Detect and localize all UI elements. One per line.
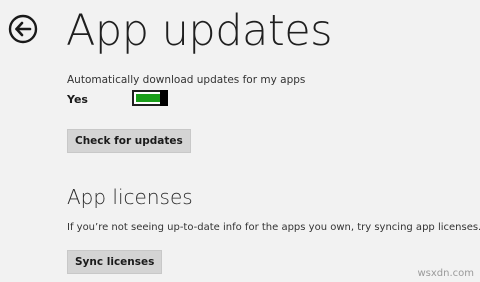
watermark: wsxdn.com — [417, 268, 474, 279]
section-title-app-licenses: App licenses — [67, 185, 193, 209]
back-button[interactable] — [8, 14, 38, 44]
page-title: App updates — [66, 6, 333, 56]
sync-licenses-button[interactable]: Sync licenses — [67, 250, 163, 274]
back-arrow-icon — [8, 14, 38, 44]
auto-update-toggle[interactable] — [132, 90, 172, 106]
check-for-updates-button[interactable]: Check for updates — [67, 129, 191, 153]
toggle-thumb[interactable] — [160, 90, 168, 106]
toggle-fill — [136, 94, 160, 102]
toggle-state-text: Yes — [67, 93, 88, 106]
auto-update-label: Automatically download updates for my ap… — [67, 74, 306, 86]
licenses-description: If you’re not seeing up-to-date info for… — [67, 222, 480, 233]
